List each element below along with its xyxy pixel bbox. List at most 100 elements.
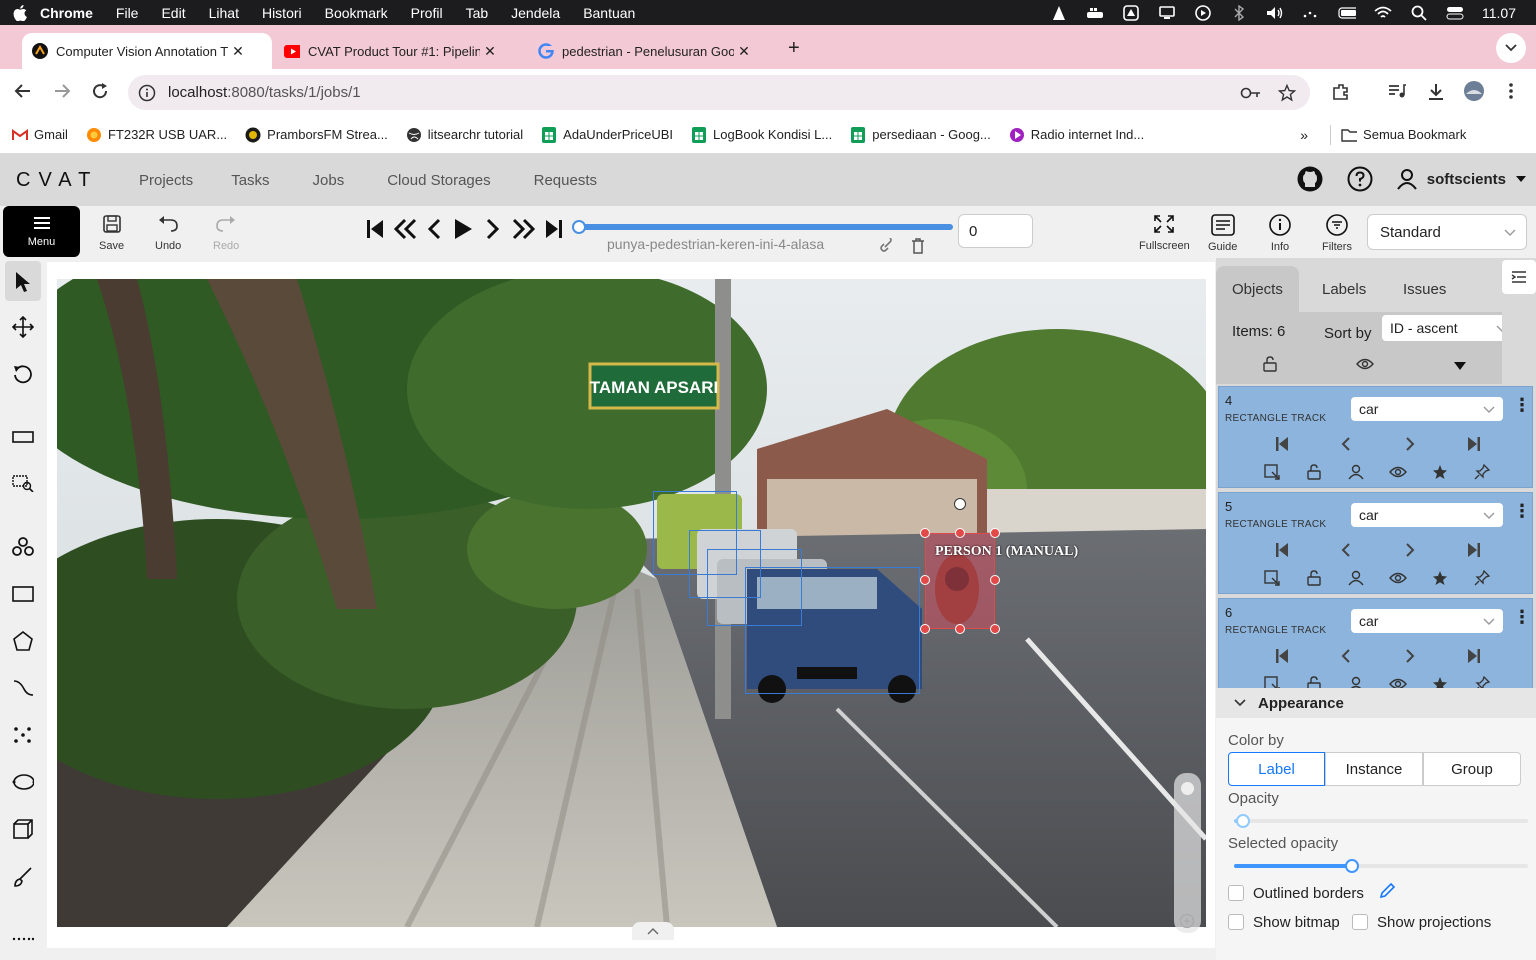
eye-icon[interactable] — [1387, 461, 1409, 483]
lock-all-icon[interactable] — [1262, 356, 1278, 372]
bluetooth-off-icon[interactable] — [1230, 4, 1248, 21]
sort-select[interactable]: ID - ascent — [1382, 315, 1518, 341]
object-label-select[interactable]: car — [1351, 609, 1503, 633]
menu-edit[interactable]: Edit — [161, 5, 185, 21]
last-keyframe-icon[interactable] — [1463, 645, 1485, 667]
nav-tasks[interactable]: Tasks — [231, 172, 269, 189]
show-bitmap-checkbox[interactable] — [1228, 914, 1244, 930]
drive-icon[interactable] — [1122, 4, 1140, 21]
brush-tool-icon[interactable] — [12, 866, 34, 888]
cvat-logo[interactable]: CVAT — [16, 169, 106, 192]
object-more-icon[interactable]: ⋮ — [1513, 395, 1531, 416]
all-bookmarks[interactable]: Semua Bookmark — [1341, 127, 1466, 143]
color-by-instance-option[interactable]: Instance — [1325, 752, 1423, 786]
previous-frame-button[interactable] — [427, 218, 441, 240]
next-keyframe-icon[interactable] — [1399, 539, 1421, 561]
next-keyframe-icon[interactable] — [1399, 645, 1421, 667]
object-card-6[interactable]: 6 RECTANGLE TRACK car ⋮ — [1218, 598, 1533, 690]
outside-icon[interactable] — [1261, 461, 1283, 483]
site-info-icon[interactable] — [138, 84, 156, 102]
back-button[interactable] — [14, 82, 32, 100]
collapse-sidebar-button[interactable] — [1502, 260, 1536, 294]
link-icon[interactable] — [878, 238, 894, 254]
menu-help[interactable]: Bantuan — [583, 5, 635, 21]
close-icon[interactable]: ✕ — [734, 43, 754, 60]
bookmark-persediaan[interactable]: persediaan - Goog... — [850, 126, 991, 143]
volume-icon[interactable] — [1266, 5, 1284, 21]
save-button[interactable]: Save — [99, 214, 124, 252]
previous-keyframe-icon[interactable] — [1335, 539, 1357, 561]
bookmark-litsearchr[interactable]: litsearchr tutorial — [406, 127, 523, 143]
profile-avatar[interactable] — [1463, 80, 1485, 102]
menu-tab[interactable]: Tab — [466, 5, 489, 21]
tab-labels[interactable]: Labels — [1306, 266, 1382, 312]
chrome-menu-icon[interactable] — [1508, 82, 1514, 100]
eye-icon[interactable] — [1387, 567, 1409, 589]
zoom-slider-handle[interactable] — [1180, 781, 1195, 796]
menu-profile[interactable]: Profil — [411, 5, 443, 21]
fast-backward-button[interactable] — [393, 218, 417, 240]
last-frame-button[interactable] — [545, 218, 563, 240]
docker-icon[interactable] — [1086, 5, 1104, 21]
cuboid-tool-icon[interactable] — [12, 818, 34, 840]
menu-history[interactable]: Histori — [262, 5, 302, 21]
last-keyframe-icon[interactable] — [1463, 539, 1485, 561]
bookmark-gmail[interactable]: Gmail — [12, 127, 68, 143]
polyline-tool-icon[interactable] — [12, 677, 34, 699]
menu-button[interactable]: Menu — [3, 206, 80, 257]
wifi-icon[interactable] — [1374, 5, 1392, 21]
object-card-4[interactable]: 4 RECTANGLE TRACK car ⋮ — [1218, 386, 1533, 488]
resize-handle[interactable] — [990, 575, 1000, 585]
menu-app-name[interactable]: Chrome — [40, 5, 93, 21]
more-bookmarks-icon[interactable]: » — [1300, 127, 1308, 143]
resize-handle[interactable] — [920, 624, 930, 634]
pin-icon[interactable] — [1471, 567, 1493, 589]
star-icon[interactable] — [1429, 567, 1451, 589]
tab-objects[interactable]: Objects — [1216, 266, 1299, 312]
bookmark-ft232r[interactable]: FT232R USB UAR... — [86, 127, 227, 143]
help-icon[interactable] — [1347, 166, 1373, 192]
bookmark-radio[interactable]: Radio internet Ind... — [1009, 127, 1144, 143]
tab-issues[interactable]: Issues — [1387, 266, 1462, 312]
first-keyframe-icon[interactable] — [1271, 539, 1293, 561]
opacity-slider-handle[interactable] — [1235, 814, 1250, 828]
play-circle-icon[interactable] — [1194, 4, 1212, 21]
display-icon[interactable] — [1158, 5, 1176, 21]
frame-slider[interactable] — [579, 224, 953, 230]
ellipse-tool-icon[interactable] — [12, 771, 34, 793]
redo-button[interactable]: Redo — [213, 214, 239, 252]
first-keyframe-icon[interactable] — [1271, 433, 1293, 455]
first-keyframe-icon[interactable] — [1271, 645, 1293, 667]
opacity-slider[interactable] — [1234, 819, 1528, 823]
object-more-icon[interactable]: ⋮ — [1513, 607, 1531, 628]
pin-icon[interactable] — [1471, 461, 1493, 483]
bbox-car-4[interactable] — [745, 567, 920, 694]
frame-number-input[interactable]: 0 — [958, 214, 1033, 248]
nav-cloud-storages[interactable]: Cloud Storages — [387, 172, 490, 189]
clock[interactable]: 11.07 — [1482, 5, 1516, 21]
last-keyframe-icon[interactable] — [1463, 433, 1485, 455]
fullscreen-button[interactable]: Fullscreen — [1139, 214, 1190, 252]
color-by-group-option[interactable]: Group — [1423, 752, 1521, 786]
github-icon[interactable] — [1297, 166, 1323, 192]
tab-search-button[interactable] — [1496, 33, 1526, 63]
address-bar[interactable]: localhost:8080/tasks/1/jobs/1 — [128, 75, 1310, 110]
user-menu[interactable]: softscients — [1297, 166, 1526, 192]
menu-window[interactable]: Jendela — [511, 5, 560, 21]
outside-icon[interactable] — [1261, 567, 1283, 589]
search-icon[interactable] — [1410, 5, 1428, 21]
bottom-panel-toggle[interactable] — [632, 922, 674, 940]
nav-jobs[interactable]: Jobs — [313, 172, 345, 189]
resize-handle[interactable] — [990, 624, 1000, 634]
dots-icon[interactable] — [1302, 5, 1320, 21]
ai-tools-icon[interactable] — [12, 536, 34, 558]
reload-button[interactable] — [91, 82, 109, 100]
battery-icon[interactable] — [1338, 5, 1356, 21]
object-label-select[interactable]: car — [1351, 503, 1503, 527]
occluded-icon[interactable] — [1345, 567, 1367, 589]
nav-projects[interactable]: Projects — [139, 172, 193, 189]
lock-icon[interactable] — [1303, 461, 1325, 483]
resize-handle[interactable] — [955, 528, 965, 538]
caret-down-icon[interactable] — [1454, 362, 1466, 370]
tab-youtube[interactable]: CVAT Product Tour #1: Pipelin ✕ — [274, 33, 524, 69]
